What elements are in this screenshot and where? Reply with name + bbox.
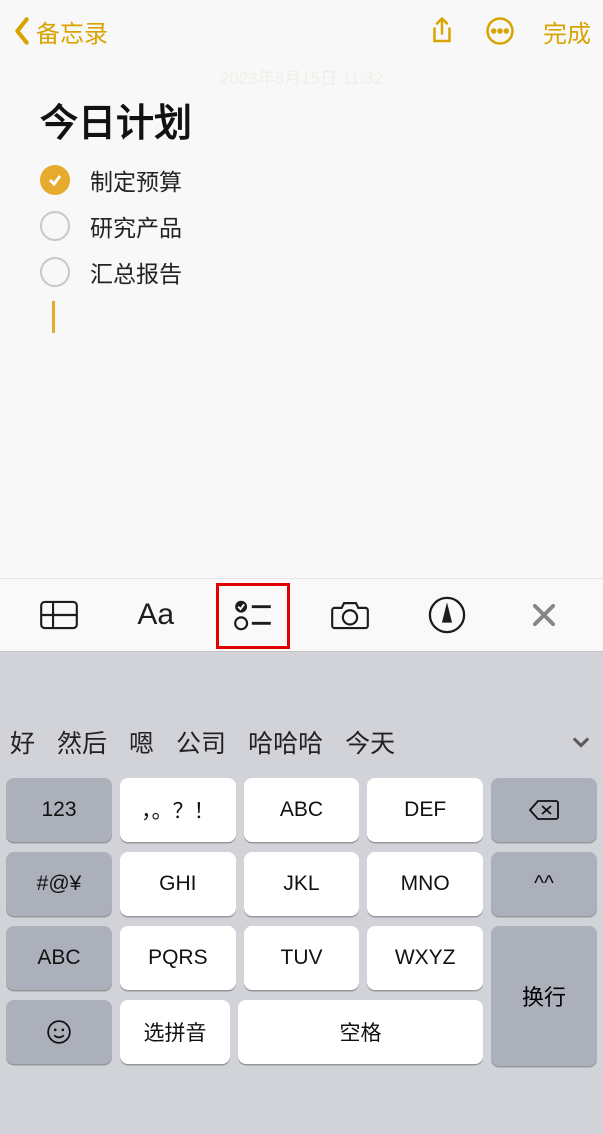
camera-button[interactable] — [310, 585, 390, 645]
letter-key[interactable]: GHI — [120, 852, 236, 916]
chevron-left-icon — [12, 17, 32, 45]
suggestion[interactable]: 然后 — [57, 724, 107, 760]
checklist-item[interactable]: 研究产品 — [0, 203, 603, 249]
suggestion-bar: 好 然后 嗯 公司 哈哈哈 今天 — [0, 714, 603, 770]
nav-bar: 备忘录 完成 — [0, 0, 603, 62]
keyboard-gap — [0, 652, 603, 714]
letter-key[interactable]: JKL — [244, 852, 360, 916]
suggestion[interactable]: 嗯 — [129, 724, 154, 760]
checklist-icon — [234, 596, 272, 634]
table-button[interactable] — [19, 585, 99, 645]
markup-button[interactable] — [407, 585, 487, 645]
back-label: 备忘录 — [36, 14, 108, 49]
suggestion[interactable]: 今天 — [345, 724, 395, 760]
more-icon[interactable] — [485, 16, 515, 46]
text-format-label: Aa — [137, 598, 174, 632]
suggestion[interactable]: 好 — [10, 724, 35, 760]
face-key[interactable]: ^^ — [491, 852, 597, 916]
note-content[interactable]: 2023年5月15日 11:32 今日计划 制定预算 研究产品 汇总报告 — [0, 62, 603, 578]
backspace-key[interactable] — [491, 778, 597, 842]
sym-key[interactable]: #@¥ — [6, 852, 112, 916]
num-key[interactable]: 123 — [6, 778, 112, 842]
table-icon — [40, 596, 78, 634]
text-cursor — [52, 301, 55, 333]
nav-actions: 完成 — [427, 14, 591, 49]
format-toolbar: Aa — [0, 578, 603, 652]
checkbox-empty-icon[interactable] — [40, 257, 70, 287]
punct-key[interactable]: ，。？！ — [120, 778, 236, 842]
close-icon — [531, 602, 557, 628]
emoji-icon — [46, 1019, 72, 1045]
letter-key[interactable]: MNO — [367, 852, 483, 916]
suggestion[interactable]: 公司 — [176, 724, 226, 760]
checklist-text[interactable]: 汇总报告 — [90, 255, 182, 289]
checklist-text[interactable]: 研究产品 — [90, 209, 182, 243]
backspace-icon — [529, 798, 559, 822]
space-key[interactable]: 空格 — [238, 1000, 483, 1064]
key-grid: 123 ，。？！ ABC DEF #@¥ GHI JKL MNO ^^ ABC — [0, 770, 603, 1134]
letter-key[interactable]: WXYZ — [367, 926, 483, 990]
suggestion[interactable]: 哈哈哈 — [248, 724, 323, 760]
letter-key[interactable]: PQRS — [120, 926, 236, 990]
note-date: 2023年5月15日 11:32 — [0, 64, 603, 84]
abc-key[interactable]: ABC — [6, 926, 112, 990]
letter-key[interactable]: DEF — [367, 778, 483, 842]
back-button[interactable]: 备忘录 — [12, 14, 108, 49]
text-format-button[interactable]: Aa — [116, 585, 196, 645]
share-icon[interactable] — [427, 16, 457, 46]
close-toolbar-button[interactable] — [504, 585, 584, 645]
checklist-text[interactable]: 制定预算 — [90, 163, 182, 197]
checklist-item[interactable]: 汇总报告 — [0, 249, 603, 295]
keyboard: 好 然后 嗯 公司 哈哈哈 今天 123 ，。？！ ABC DEF #@¥ GH… — [0, 714, 603, 1134]
enter-key[interactable]: 换行 — [491, 926, 597, 1066]
note-title[interactable]: 今日计划 — [0, 84, 603, 157]
emoji-key[interactable] — [6, 1000, 112, 1064]
checklist-item[interactable]: 制定预算 — [0, 157, 603, 203]
pinyin-key[interactable]: 选拼音 — [120, 1000, 230, 1064]
letter-key[interactable]: TUV — [244, 926, 360, 990]
markup-icon — [428, 596, 466, 634]
chevron-down-icon[interactable] — [565, 728, 593, 756]
letter-key[interactable]: ABC — [244, 778, 360, 842]
checkbox-checked-icon[interactable] — [40, 165, 70, 195]
checkbox-empty-icon[interactable] — [40, 211, 70, 241]
checklist-button[interactable] — [213, 585, 293, 645]
camera-icon — [331, 596, 369, 634]
done-button[interactable]: 完成 — [543, 14, 591, 49]
